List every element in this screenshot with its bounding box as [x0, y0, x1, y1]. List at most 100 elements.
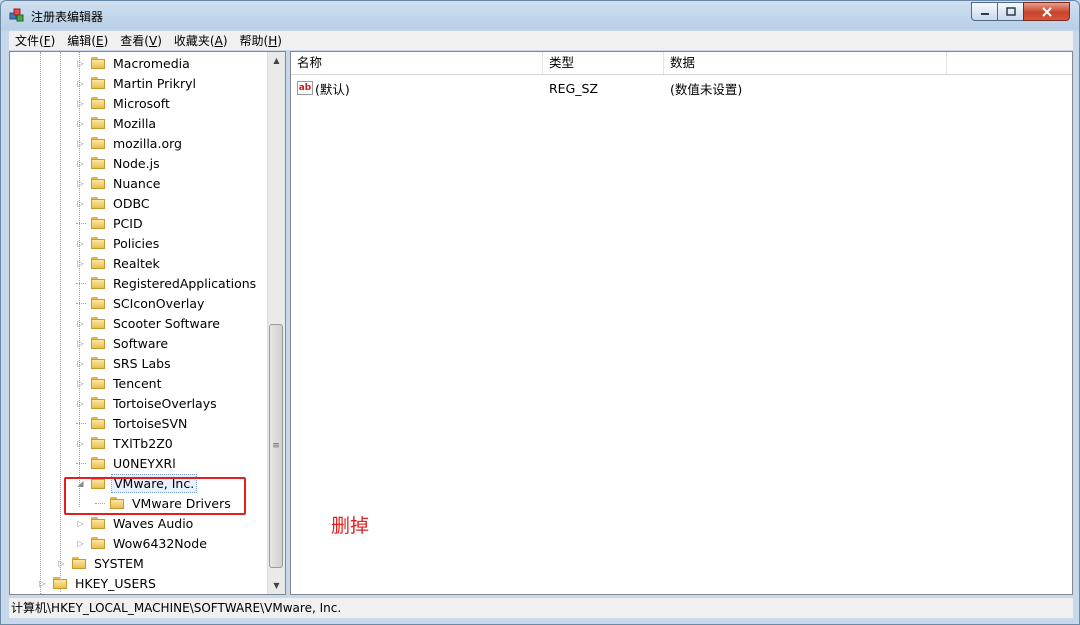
tree-node[interactable]: ODBC — [90, 193, 152, 213]
tree-node[interactable]: U0NEYXRl — [90, 453, 178, 473]
tree-node[interactable]: TortoiseOverlays — [90, 393, 219, 413]
expand-arrow-icon[interactable]: ▷ — [76, 59, 85, 68]
tree-node-label: HKEY_USERS — [75, 575, 156, 591]
tree-node-label: SCIconOverlay — [113, 295, 205, 311]
close-button[interactable] — [1023, 2, 1070, 21]
folder-icon — [52, 576, 68, 590]
tree-node[interactable]: Scooter Software — [90, 313, 222, 333]
expand-arrow-icon[interactable]: ▷ — [76, 439, 85, 448]
expand-arrow-icon[interactable]: ▷ — [38, 579, 47, 588]
column-header-type[interactable]: 类型 — [543, 52, 664, 74]
scroll-down-arrow-icon[interactable]: ▼ — [268, 577, 285, 594]
window-title: 注册表编辑器 — [31, 10, 104, 24]
tree-node[interactable]: TXlTb2Z0 — [90, 433, 175, 453]
minimize-icon — [980, 12, 989, 15]
tree-node[interactable]: Nuance — [90, 173, 162, 193]
tree-node-label: U0NEYXRl — [113, 455, 176, 471]
expand-arrow-icon[interactable]: ▷ — [76, 159, 85, 168]
tree-node[interactable]: Microsoft — [90, 93, 172, 113]
menu-accelerator: (F) — [39, 34, 56, 48]
tree-node-label: Macromedia — [113, 55, 190, 71]
menu-accelerator-key: H — [268, 34, 278, 48]
column-header-data[interactable]: 数据 — [664, 52, 947, 74]
minimize-button[interactable] — [971, 2, 998, 21]
value-row[interactable]: ab (默认) REG_SZ (数值未设置) — [291, 78, 1072, 98]
menu-item-1[interactable]: 编辑(E) — [61, 32, 114, 49]
close-icon — [1041, 6, 1052, 17]
expand-arrow-icon[interactable]: ▷ — [76, 519, 85, 528]
tree-node-system[interactable]: SYSTEM — [71, 553, 146, 573]
menu-item-2[interactable]: 查看(V) — [114, 32, 168, 49]
tree-node[interactable]: PCID — [90, 213, 145, 233]
menu-accelerator-key: V — [148, 34, 158, 48]
tree-node[interactable]: Wow6432Node — [90, 533, 209, 553]
tree-node[interactable]: Martin Prikryl — [90, 73, 198, 93]
tree-node[interactable]: Waves Audio — [90, 513, 195, 533]
scrollbar-thumb[interactable]: ≡ — [269, 324, 283, 568]
value-type: REG_SZ — [549, 80, 599, 96]
folder-icon — [90, 156, 106, 170]
folder-icon — [90, 276, 106, 290]
tree-node-label: Tencent — [113, 375, 162, 391]
tree-node[interactable]: RegisteredApplications — [90, 273, 258, 293]
expand-arrow-icon[interactable]: ▷ — [76, 539, 85, 548]
expand-arrow-icon[interactable]: ▷ — [76, 99, 85, 108]
expand-arrow-icon[interactable]: ▷ — [76, 199, 85, 208]
annotation-text: 删掉 — [331, 515, 370, 537]
tree-node[interactable]: Policies — [90, 233, 161, 253]
expand-arrow-icon[interactable]: ▷ — [76, 319, 85, 328]
maximize-button[interactable] — [997, 2, 1024, 21]
values-list[interactable]: 名称 类型 数据 ab (默认) REG_SZ (数值未设置) — [290, 51, 1073, 595]
expand-arrow-icon[interactable]: ▷ — [76, 119, 85, 128]
tree-node[interactable]: Macromedia — [90, 53, 192, 73]
tree-node-label: Waves Audio — [113, 515, 194, 531]
menu-bar: 文件(F) 编辑(E) 查看(V) 收藏夹(A) 帮助(H) — [9, 31, 1073, 50]
folder-icon — [90, 416, 106, 430]
tree-connector — [76, 223, 86, 224]
tree-node-label: PCID — [113, 215, 143, 231]
expand-arrow-icon[interactable]: ▷ — [76, 399, 85, 408]
tree-node[interactable]: Tencent — [90, 373, 164, 393]
menu-label: 文件 — [15, 34, 40, 48]
tree-scrollbar[interactable]: ▲ ≡ ▼ — [267, 52, 285, 594]
tree-node[interactable]: SCIconOverlay — [90, 293, 206, 313]
expand-arrow-icon[interactable]: ▷ — [76, 339, 85, 348]
scroll-up-arrow-icon[interactable]: ▲ — [268, 52, 285, 69]
expand-arrow-icon[interactable]: ▷ — [76, 379, 85, 388]
folder-icon — [90, 316, 106, 330]
tree-node[interactable]: Node.js — [90, 153, 162, 173]
tree-node[interactable]: Realtek — [90, 253, 162, 273]
tree-node[interactable]: Mozilla — [90, 113, 158, 133]
expand-arrow-icon[interactable]: ▷ — [76, 79, 85, 88]
folder-icon — [90, 436, 106, 450]
folder-icon — [90, 96, 106, 110]
menu-item-3[interactable]: 收藏夹(A) — [168, 32, 234, 49]
maximize-icon — [1005, 6, 1016, 16]
tree-connector — [76, 303, 86, 304]
folder-icon — [90, 536, 106, 550]
expand-arrow-icon[interactable]: ▷ — [76, 179, 85, 188]
expand-arrow-icon[interactable]: ▷ — [57, 559, 66, 568]
tree-node-label: TortoiseOverlays — [113, 395, 217, 411]
expand-arrow-icon[interactable]: ▷ — [76, 239, 85, 248]
menu-accelerator-key: E — [96, 34, 104, 48]
menu-accelerator: (V) — [144, 34, 162, 48]
tree-node[interactable]: Software — [90, 333, 170, 353]
column-header-name[interactable]: 名称 — [291, 52, 543, 74]
expand-arrow-icon[interactable]: ▷ — [76, 139, 85, 148]
folder-icon — [90, 116, 106, 130]
tree-node[interactable]: TortoiseSVN — [90, 413, 189, 433]
menu-item-4[interactable]: 帮助(H) — [234, 32, 288, 49]
tree-node[interactable]: mozilla.org — [90, 133, 184, 153]
tree-node-label: RegisteredApplications — [113, 275, 257, 291]
tree-node-label: Wow6432Node — [113, 535, 207, 551]
tree-node-label: Mozilla — [113, 115, 157, 131]
menu-label: 编辑 — [67, 34, 92, 48]
expand-arrow-icon[interactable]: ▷ — [76, 359, 85, 368]
status-bar: 计算机\HKEY_LOCAL_MACHINE\SOFTWARE\VMware, … — [9, 598, 1073, 618]
menu-item-0[interactable]: 文件(F) — [9, 32, 61, 49]
expand-arrow-icon[interactable]: ▷ — [76, 259, 85, 268]
tree-node-hkey-users[interactable]: HKEY_USERS — [52, 573, 158, 593]
folder-icon — [90, 56, 106, 70]
tree-node[interactable]: SRS Labs — [90, 353, 173, 373]
